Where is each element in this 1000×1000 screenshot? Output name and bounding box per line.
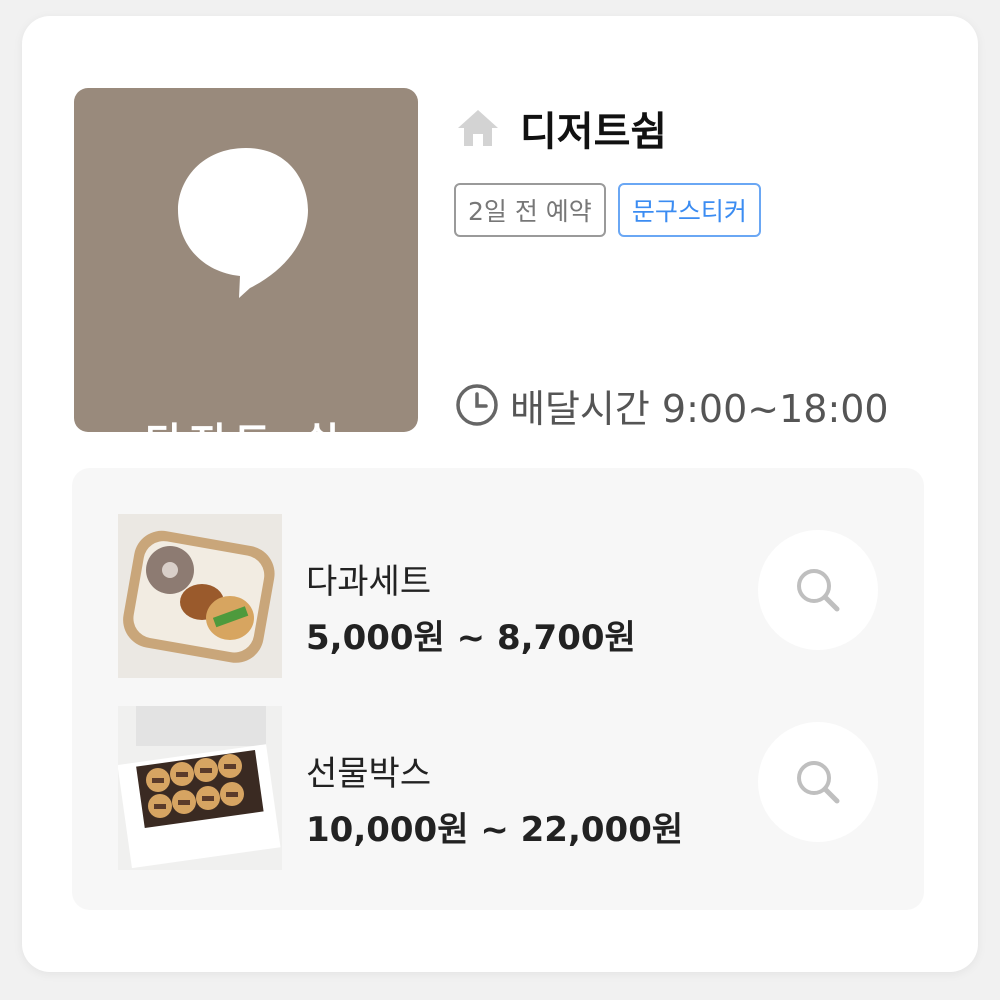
product-item[interactable]: 다과세트 5,000원 ~ 8,700원 — [72, 514, 924, 680]
delivery-hours-text: 배달시간 9:00~18:00 — [510, 386, 889, 431]
product-name: 선물박스 — [306, 754, 432, 794]
store-name: 디저트쉼 — [520, 109, 668, 155]
delivery-hours: 배달시간 9:00~18:00 — [454, 380, 889, 431]
search-icon — [797, 569, 840, 612]
product-name: 다과세트 — [306, 562, 432, 602]
store-header: 디저트쉼 — [454, 100, 667, 156]
search-button[interactable] — [758, 722, 878, 842]
reservation-badge: 2일 전 예약 — [454, 183, 606, 237]
product-thumbnail[interactable] — [118, 706, 282, 870]
badge-list: 2일 전 예약 문구스티커 — [454, 183, 761, 237]
sticker-badge: 문구스티커 — [617, 183, 761, 237]
logo-text: 디저트;쉼 — [74, 410, 418, 432]
speech-bubble-icon — [178, 148, 308, 298]
search-button[interactable] — [758, 530, 878, 650]
store-logo: 디저트;쉼 — [74, 88, 418, 432]
product-item[interactable]: 선물박스 10,000원 ~ 22,000원 — [72, 706, 924, 872]
product-price: 10,000원 ~ 22,000원 — [306, 810, 684, 850]
home-icon — [458, 110, 498, 146]
clock-icon — [456, 384, 498, 426]
product-price: 5,000원 ~ 8,700원 — [306, 618, 636, 658]
product-list: 다과세트 5,000원 ~ 8,700원 선물박스 10,000원 ~ 22,0… — [72, 468, 924, 910]
search-icon — [797, 761, 840, 804]
product-thumbnail[interactable] — [118, 514, 282, 678]
